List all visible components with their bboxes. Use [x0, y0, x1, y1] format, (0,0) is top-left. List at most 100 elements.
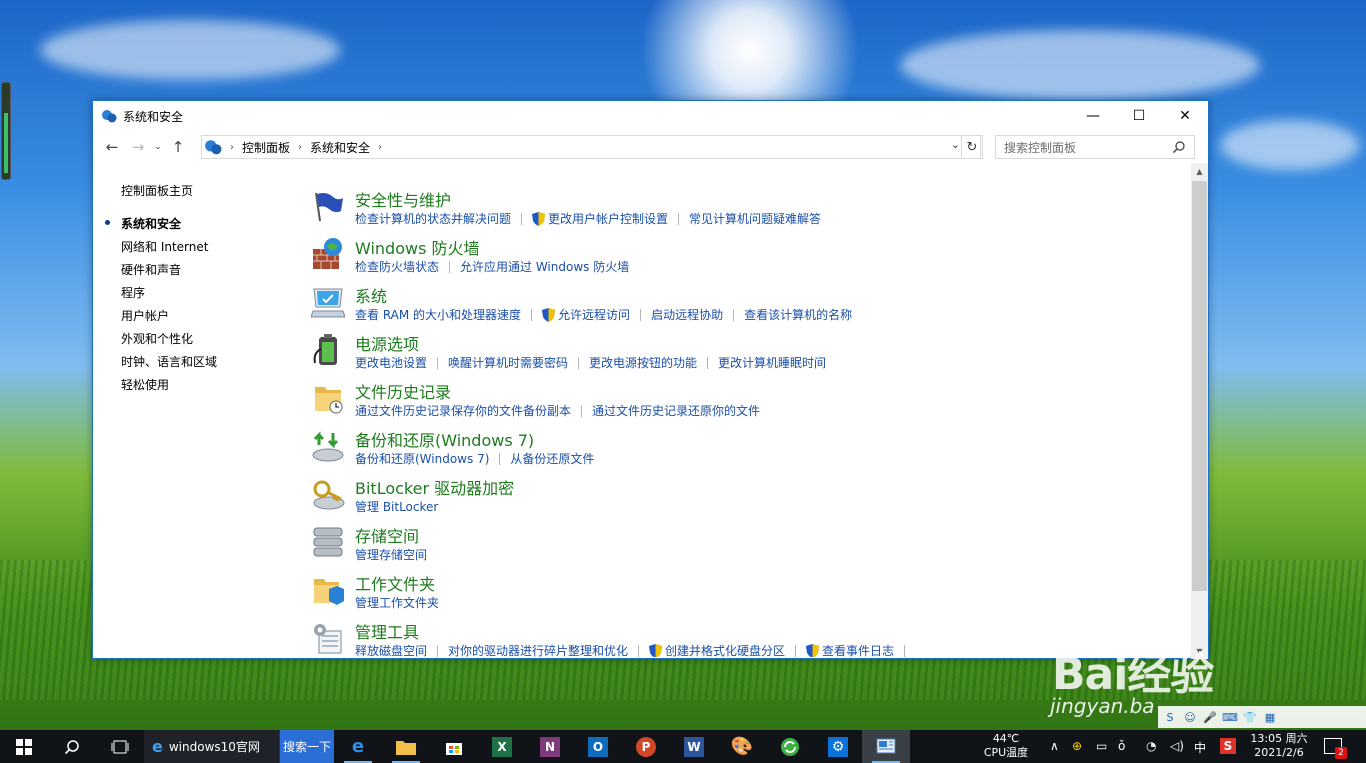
sidebar-item-network[interactable]: 网络和 Internet: [121, 238, 208, 255]
category-title[interactable]: BitLocker 驱动器加密: [355, 475, 514, 499]
category-title[interactable]: 备份和还原(Windows 7): [355, 427, 534, 451]
chevron-right-icon[interactable]: ›: [298, 142, 302, 153]
link-manage-bitlocker[interactable]: 管理 BitLocker: [355, 498, 438, 515]
sidebar-item-clock-language[interactable]: 时钟、语言和区域: [121, 353, 217, 370]
vertical-scrollbar[interactable]: ▲ ▼: [1191, 163, 1208, 659]
link-create-partitions[interactable]: 创建并格式化硬盘分区: [649, 642, 785, 657]
clock[interactable]: 13:05 周六 2021/2/6: [1248, 732, 1310, 760]
tray-app-icon[interactable]: ⊕: [1072, 739, 1082, 753]
storage-spaces-icon[interactable]: [311, 525, 345, 559]
scroll-up-icon[interactable]: ▲: [1191, 163, 1208, 179]
link-allow-remote-access[interactable]: 允许远程访问: [542, 306, 630, 323]
power-options-icon[interactable]: [311, 333, 345, 367]
battery-icon[interactable]: ▭: [1096, 739, 1107, 753]
link-manage-storage[interactable]: 管理存储空间: [355, 546, 427, 563]
category-title[interactable]: 管理工具: [355, 619, 419, 643]
link-defragment[interactable]: 对你的驱动器进行碎片整理和优化: [448, 642, 628, 657]
ime-skin-icon[interactable]: 👕: [1242, 711, 1258, 724]
start-button[interactable]: [0, 730, 48, 763]
task-view-button[interactable]: [96, 730, 144, 763]
category-title[interactable]: 文件历史记录: [355, 379, 451, 403]
taskbar-control-panel[interactable]: [862, 730, 910, 763]
link-check-status[interactable]: 检查计算机的状态并解决问题: [355, 210, 511, 227]
address-dropdown-icon[interactable]: ⌄: [951, 138, 960, 151]
backup-restore-icon[interactable]: [311, 429, 345, 463]
taskbar-outlook[interactable]: O: [574, 730, 622, 763]
ie-address-box[interactable]: e windows10官网: [144, 730, 280, 763]
recent-locations-button[interactable]: ⌄: [151, 134, 165, 160]
taskbar-settings[interactable]: ⚙: [814, 730, 862, 763]
taskbar-store[interactable]: [430, 730, 478, 763]
sidebar-item-user-accounts[interactable]: 用户帐户: [121, 307, 169, 324]
firewall-icon[interactable]: [311, 237, 345, 271]
close-button[interactable]: ✕: [1162, 101, 1208, 131]
taskbar-onenote[interactable]: N: [526, 730, 574, 763]
admin-tools-icon[interactable]: [311, 621, 345, 655]
mic-icon[interactable]: ǒ: [1118, 739, 1125, 753]
taskbar-update-tool[interactable]: [766, 730, 814, 763]
show-hidden-icons[interactable]: ∧: [1050, 739, 1059, 753]
sidebar-item-control-panel-home[interactable]: 控制面板主页: [121, 182, 193, 199]
breadcrumb-system-security[interactable]: 系统和安全: [310, 139, 370, 156]
sidebar-item-ease-of-access[interactable]: 轻松使用: [121, 376, 169, 393]
link-free-disk-space[interactable]: 释放磁盘空间: [355, 642, 427, 657]
refresh-button[interactable]: ↻: [961, 135, 983, 159]
volume-icon[interactable]: ◁): [1170, 739, 1184, 753]
ime-logo-icon[interactable]: S: [1162, 711, 1178, 724]
category-title[interactable]: 系统: [355, 283, 387, 307]
category-title[interactable]: 存储空间: [355, 523, 419, 547]
web-search-button[interactable]: 搜索一下: [280, 730, 334, 763]
address-bar[interactable]: › 控制面板 › 系统和安全 › ⌄: [201, 135, 981, 159]
file-history-icon[interactable]: [311, 381, 345, 415]
breadcrumb-control-panel[interactable]: 控制面板: [242, 139, 290, 156]
up-button[interactable]: ↑: [165, 134, 191, 160]
category-title[interactable]: 电源选项: [355, 331, 419, 355]
link-manage-work-folders[interactable]: 管理工作文件夹: [355, 594, 439, 611]
search-input[interactable]: 搜索控制面板: [995, 135, 1195, 159]
taskbar-excel[interactable]: X: [478, 730, 526, 763]
cpu-temp-widget[interactable]: 44℃ CPU温度: [980, 732, 1032, 760]
ime-toolbar[interactable]: S ☺ 🎤 ⌨ 👕 ▦: [1158, 706, 1366, 728]
link-restore-from-backup[interactable]: 从备份还原文件: [510, 450, 594, 467]
link-power-button[interactable]: 更改电源按钮的功能: [589, 354, 697, 371]
network-icon[interactable]: ◔: [1146, 739, 1156, 753]
chevron-right-icon[interactable]: ›: [230, 142, 234, 153]
sidebar-item-system-security[interactable]: 系统和安全: [121, 215, 181, 232]
sidebar-item-programs[interactable]: 程序: [121, 284, 145, 301]
link-troubleshoot[interactable]: 常见计算机问题疑难解答: [689, 210, 821, 227]
category-title[interactable]: Windows 防火墙: [355, 235, 480, 259]
chevron-right-icon[interactable]: ›: [378, 142, 382, 153]
link-uac-settings[interactable]: 更改用户帐户控制设置: [532, 210, 668, 227]
minimize-button[interactable]: —: [1070, 101, 1116, 131]
link-backup-restore-win7[interactable]: 备份和还原(Windows 7): [355, 450, 489, 467]
link-allow-app-firewall[interactable]: 允许应用通过 Windows 防火墙: [460, 258, 629, 275]
scrollbar-thumb[interactable]: [1192, 181, 1207, 591]
link-wake-password[interactable]: 唤醒计算机时需要密码: [448, 354, 568, 371]
category-title[interactable]: 安全性与维护: [355, 187, 451, 211]
title-bar[interactable]: 系统和安全 — ☐ ✕: [93, 101, 1208, 131]
taskbar-file-explorer[interactable]: [382, 730, 430, 763]
ime-language-indicator[interactable]: 中: [1194, 739, 1206, 756]
category-title[interactable]: 工作文件夹: [355, 571, 435, 595]
link-save-backup[interactable]: 通过文件历史记录保存你的文件备份副本: [355, 402, 571, 419]
ime-mic-icon[interactable]: 🎤: [1202, 711, 1218, 724]
system-icon[interactable]: [311, 285, 345, 319]
ime-emoji-icon[interactable]: ☺: [1182, 711, 1198, 724]
link-ram-processor[interactable]: 查看 RAM 的大小和处理器速度: [355, 306, 521, 323]
link-battery-settings[interactable]: 更改电池设置: [355, 354, 427, 371]
desktop-gadget[interactable]: [1, 82, 11, 180]
bitlocker-icon[interactable]: [311, 477, 345, 511]
ime-grid-icon[interactable]: ▦: [1262, 711, 1278, 724]
link-computer-name[interactable]: 查看该计算机的名称: [744, 306, 852, 323]
sogou-ime-icon[interactable]: S: [1220, 738, 1236, 754]
taskbar-word[interactable]: W: [670, 730, 718, 763]
flag-icon[interactable]: [311, 189, 345, 223]
search-button[interactable]: [48, 730, 96, 763]
link-check-firewall[interactable]: 检查防火墙状态: [355, 258, 439, 275]
link-event-logs[interactable]: 查看事件日志: [806, 642, 894, 657]
back-button[interactable]: ←: [99, 134, 125, 160]
taskbar-paint[interactable]: 🎨: [718, 730, 766, 763]
link-restore-files[interactable]: 通过文件历史记录还原你的文件: [592, 402, 760, 419]
sidebar-item-hardware-sound[interactable]: 硬件和声音: [121, 261, 181, 278]
taskbar-edge[interactable]: e: [334, 730, 382, 763]
